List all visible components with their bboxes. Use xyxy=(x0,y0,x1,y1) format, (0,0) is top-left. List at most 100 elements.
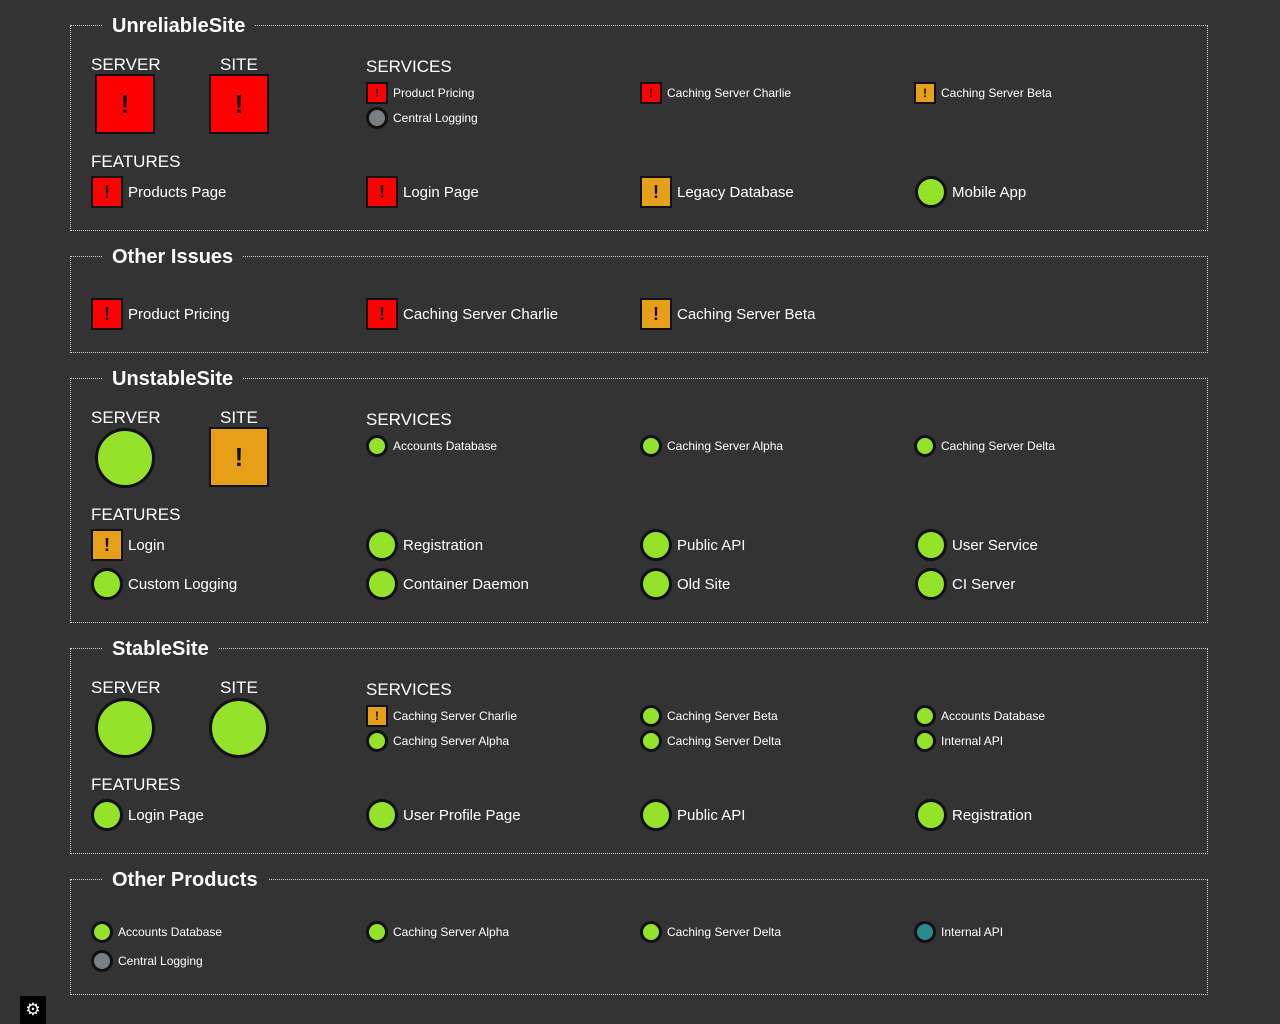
service-item[interactable]: ! Product Pricing xyxy=(366,82,474,104)
status-dot-icon xyxy=(91,799,123,831)
feature-item[interactable]: Public API xyxy=(640,799,745,831)
product-item[interactable]: Caching Server Delta xyxy=(640,921,781,943)
status-dot-icon xyxy=(366,921,388,943)
panel-other-issues: Other Issues ! Product Pricing ! Caching S… xyxy=(70,243,1208,353)
feature-label: Registration xyxy=(403,536,484,554)
alert-icon: ! xyxy=(91,176,123,208)
feature-item[interactable]: Mobile App xyxy=(915,176,1026,208)
panel-stable-site: StableSite SERVER SITE SERVICES ! Caching… xyxy=(70,635,1208,854)
feature-item[interactable]: User Service xyxy=(915,529,1038,561)
features-heading: FEATURES xyxy=(91,152,181,171)
product-item[interactable]: Internal API xyxy=(914,921,1003,943)
service-label: Product Pricing xyxy=(393,86,475,100)
status-dot-icon xyxy=(640,435,662,457)
service-item[interactable]: Caching Server Delta xyxy=(914,435,1055,457)
status-dot-icon xyxy=(640,529,672,561)
server-status-indicator[interactable]: ! xyxy=(95,74,155,134)
feature-item[interactable]: Public API xyxy=(640,529,745,561)
alert-icon: ! xyxy=(91,298,123,330)
server-heading: SERVER xyxy=(91,55,161,74)
warning-icon: ! xyxy=(640,176,672,208)
product-item[interactable]: Caching Server Alpha xyxy=(366,921,509,943)
service-label: Caching Server Beta xyxy=(667,709,778,723)
service-item[interactable]: ! Caching Server Charlie xyxy=(640,82,791,104)
site-heading: SITE xyxy=(220,408,258,427)
alert-icon: ! xyxy=(366,176,398,208)
service-item[interactable]: Accounts Database xyxy=(366,435,497,457)
status-dot-icon xyxy=(914,435,936,457)
panel-title: UnstableSite xyxy=(103,365,244,393)
service-item[interactable]: Caching Server Delta xyxy=(640,730,781,752)
issue-label: Product Pricing xyxy=(128,305,230,323)
status-dot-icon xyxy=(640,730,662,752)
status-dot-icon xyxy=(366,730,388,752)
status-dot-icon xyxy=(914,705,936,727)
feature-item[interactable]: Container Daemon xyxy=(366,568,529,600)
service-label: Caching Server Alpha xyxy=(667,439,784,453)
service-item[interactable]: Caching Server Alpha xyxy=(640,435,783,457)
feature-item[interactable]: ! Login Page xyxy=(366,176,479,208)
feature-item[interactable]: Login Page xyxy=(91,799,204,831)
issue-item[interactable]: ! Product Pricing xyxy=(91,298,230,330)
service-label: Internal API xyxy=(941,734,1004,748)
site-heading: SITE xyxy=(220,55,258,74)
panel-title: Other Products xyxy=(103,866,268,894)
feature-item[interactable]: Registration xyxy=(915,799,1032,831)
panel-other-products: Other Products Accounts Database Caching… xyxy=(70,866,1208,995)
site-status-indicator[interactable] xyxy=(209,698,269,758)
issue-label: Caching Server Charlie xyxy=(403,305,559,323)
server-status-indicator[interactable] xyxy=(95,428,155,488)
product-label: Internal API xyxy=(941,925,1004,939)
issue-item[interactable]: ! Caching Server Charlie xyxy=(366,298,558,330)
panel-unreliable-site: UnreliableSite SERVER SITE ! ! SERVICES … xyxy=(70,12,1208,231)
features-heading: FEATURES xyxy=(91,775,181,794)
product-label: Accounts Database xyxy=(118,925,223,939)
feature-item[interactable]: User Profile Page xyxy=(366,799,521,831)
status-dot-icon xyxy=(640,568,672,600)
feature-item[interactable]: Registration xyxy=(366,529,483,561)
service-item[interactable]: Accounts Database xyxy=(914,705,1045,727)
server-heading: SERVER xyxy=(91,408,161,427)
status-dot-icon xyxy=(91,568,123,600)
service-label: Caching Server Charlie xyxy=(393,709,518,723)
features-heading: FEATURES xyxy=(91,505,181,524)
feature-label: Login xyxy=(128,536,165,554)
service-item[interactable]: ! Caching Server Beta xyxy=(914,82,1052,104)
service-item[interactable]: Central Logging xyxy=(366,107,478,129)
feature-item[interactable]: ! Legacy Database xyxy=(640,176,794,208)
feature-item[interactable]: Old Site xyxy=(640,568,730,600)
site-status-indicator[interactable]: ! xyxy=(209,427,269,487)
feature-label: User Service xyxy=(952,536,1038,554)
status-dot-icon xyxy=(91,950,113,972)
feature-item[interactable]: ! Products Page xyxy=(91,176,226,208)
product-item[interactable]: Accounts Database xyxy=(91,921,222,943)
settings-button[interactable]: ⚙ xyxy=(20,996,46,1024)
feature-item[interactable]: ! Login xyxy=(91,529,165,561)
status-dot-icon xyxy=(915,568,947,600)
service-item[interactable]: Caching Server Alpha xyxy=(366,730,509,752)
site-status-indicator[interactable]: ! xyxy=(209,74,269,134)
warning-icon: ! xyxy=(91,529,123,561)
feature-label: Legacy Database xyxy=(677,183,794,201)
feature-item[interactable]: Custom Logging xyxy=(91,568,237,600)
feature-label: Custom Logging xyxy=(128,575,238,593)
feature-label: Mobile App xyxy=(952,183,1027,201)
feature-label: Login Page xyxy=(403,183,479,201)
alert-icon: ! xyxy=(234,88,244,119)
panel-title: UnreliableSite xyxy=(103,12,256,40)
service-item[interactable]: ! Caching Server Charlie xyxy=(366,705,517,727)
product-item[interactable]: Central Logging xyxy=(91,950,203,972)
status-dot-icon xyxy=(640,799,672,831)
service-item[interactable]: Internal API xyxy=(914,730,1003,752)
service-label: Central Logging xyxy=(393,111,478,125)
gear-icon: ⚙ xyxy=(25,1000,41,1020)
server-status-indicator[interactable] xyxy=(95,698,155,758)
feature-item[interactable]: CI Server xyxy=(915,568,1015,600)
feature-label: CI Server xyxy=(952,575,1016,593)
service-item[interactable]: Caching Server Beta xyxy=(640,705,778,727)
alert-icon: ! xyxy=(366,82,388,104)
warning-icon: ! xyxy=(234,441,244,472)
status-dot-icon xyxy=(366,529,398,561)
issue-item[interactable]: ! Caching Server Beta xyxy=(640,298,815,330)
status-dot-icon xyxy=(640,705,662,727)
